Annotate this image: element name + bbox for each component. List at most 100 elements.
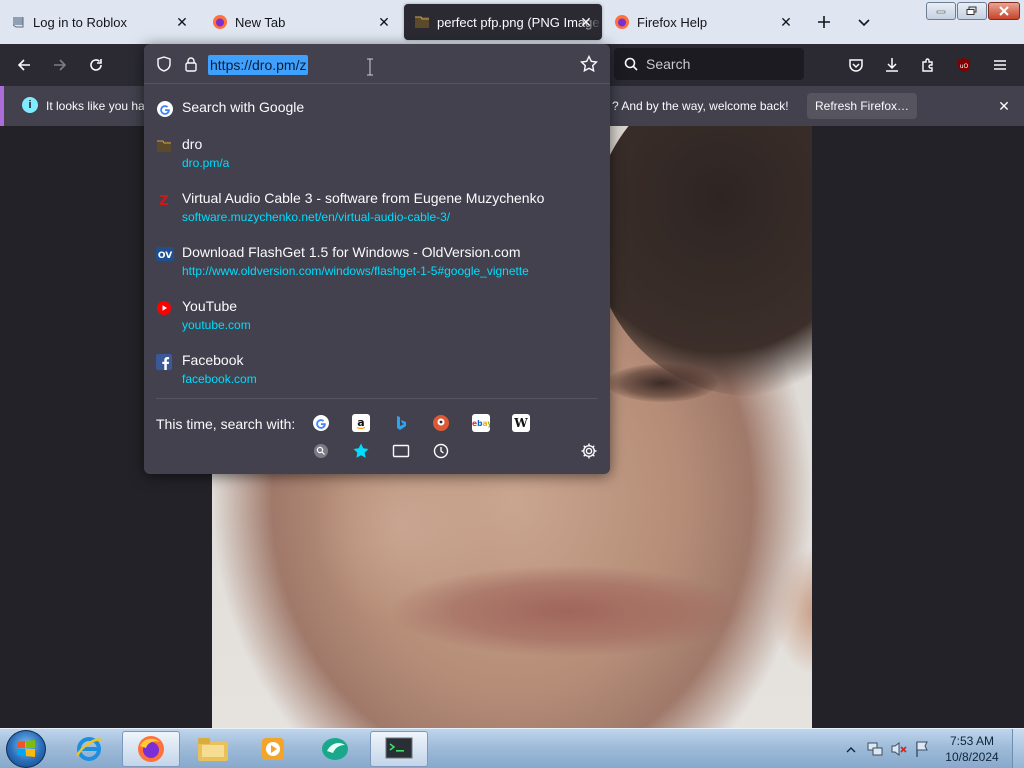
suggestion-item[interactable]: Z Virtual Audio Cable 3 - software from … — [144, 189, 610, 239]
suggestion-item[interactable]: dro dro.pm/a — [144, 135, 610, 185]
svg-text:uO: uO — [960, 63, 969, 70]
svg-text:ebay: ebay — [472, 419, 490, 428]
firefox-icon — [138, 736, 164, 762]
start-button[interactable] — [6, 730, 46, 768]
ublock-origin-button[interactable]: uO — [952, 53, 976, 77]
firefox-icon — [614, 14, 630, 30]
restore-icon — [966, 6, 977, 15]
volume-muted-icon[interactable] — [890, 740, 908, 763]
ebay-search-engine-button[interactable]: ebay — [472, 414, 490, 432]
taskbar-app-teal[interactable] — [306, 731, 364, 767]
tab-roblox[interactable]: Log in to Roblox ✕ — [0, 0, 198, 44]
image-icon — [156, 138, 172, 154]
minimize-icon — [936, 10, 946, 14]
minimize-window-button[interactable] — [926, 2, 956, 20]
bing-search-engine-button[interactable] — [392, 414, 410, 432]
svg-text:OV: OV — [158, 251, 172, 261]
back-button[interactable] — [12, 53, 36, 77]
reload-icon — [90, 59, 102, 71]
network-icon[interactable] — [866, 740, 884, 763]
reload-button[interactable] — [84, 53, 108, 77]
close-window-button[interactable] — [988, 2, 1020, 20]
search-placeholder: Search — [646, 56, 691, 72]
suggestion-item[interactable]: YouTube youtube.com — [144, 297, 610, 347]
notification-text-start: It looks like you ha — [46, 99, 145, 113]
taskbar-file-explorer[interactable] — [184, 731, 242, 767]
clock-icon — [433, 443, 449, 459]
tab-firefox-help[interactable]: Firefox Help ✕ — [604, 0, 802, 44]
google-icon — [156, 100, 174, 123]
one-off-search-label: This time, search with: — [156, 416, 296, 432]
amazon-search-engine-button[interactable]: a — [352, 414, 370, 432]
arrow-right-icon — [54, 59, 67, 71]
taskbar-media-player[interactable] — [244, 731, 302, 767]
teal-app-icon — [322, 738, 348, 760]
urlbar-input-row[interactable]: https://dro.pm/z — [144, 44, 610, 84]
suggestion-url: http://www.oldversion.com/windows/flashg… — [182, 264, 529, 278]
suggestion-url: youtube.com — [182, 318, 251, 332]
windows-taskbar: 7:53 AM 10/8/2024 — [0, 728, 1024, 768]
new-tab-button[interactable] — [814, 12, 834, 32]
media-player-icon — [262, 738, 284, 760]
show-hidden-icons-icon[interactable] — [846, 742, 856, 760]
restore-window-button[interactable] — [957, 2, 987, 20]
taskbar-firefox[interactable] — [122, 731, 180, 767]
bookmarks-mode-button[interactable] — [352, 442, 370, 460]
close-notification-icon[interactable]: ✕ — [996, 98, 1012, 114]
search-settings-gear-icon[interactable] — [580, 442, 598, 465]
oldversion-icon: OV — [156, 246, 174, 262]
history-mode-button[interactable] — [432, 442, 450, 460]
search-with-google-label: Search with Google — [182, 99, 305, 115]
app-menu-button[interactable] — [988, 53, 1012, 77]
close-tab-icon[interactable]: ✕ — [578, 14, 594, 30]
internet-explorer-icon — [75, 737, 102, 761]
search-history-mode-button[interactable] — [312, 442, 330, 460]
muzychenko-icon: Z — [156, 192, 172, 209]
info-icon: i — [22, 97, 38, 113]
text-cursor-icon — [366, 58, 374, 76]
wikipedia-search-engine-button[interactable]: W — [512, 414, 530, 432]
refresh-firefox-button[interactable]: Refresh Firefox… — [807, 93, 917, 119]
list-all-tabs-button[interactable] — [854, 12, 874, 32]
action-center-flag-icon[interactable] — [914, 740, 930, 763]
google-search-engine-button[interactable] — [312, 414, 330, 432]
facebook-icon — [156, 354, 172, 370]
folder-icon — [198, 738, 228, 761]
tab-new-tab[interactable]: New Tab ✕ — [202, 0, 400, 44]
pocket-icon — [849, 59, 863, 72]
clock-time[interactable]: 7:53 AM — [936, 734, 1008, 748]
downloads-button[interactable] — [880, 53, 904, 77]
close-icon — [999, 6, 1009, 16]
search-input[interactable]: Search — [614, 48, 804, 80]
show-desktop-button[interactable] — [1012, 729, 1024, 768]
tab-perfect-pfp[interactable]: perfect pfp.png (PNG Image ✕ — [404, 4, 602, 40]
lock-icon[interactable] — [184, 56, 198, 77]
close-tab-icon[interactable]: ✕ — [376, 14, 392, 30]
search-with-google-row[interactable]: Search with Google — [144, 96, 610, 120]
close-tab-icon[interactable]: ✕ — [174, 14, 190, 30]
suggestion-title: Virtual Audio Cable 3 - software from Eu… — [182, 190, 545, 206]
download-icon — [886, 58, 898, 72]
suggestion-title: Facebook — [182, 352, 244, 368]
duckduckgo-search-engine-button[interactable] — [432, 414, 450, 432]
tab-icon — [392, 444, 410, 458]
suggestion-item[interactable]: Facebook facebook.com — [144, 351, 610, 401]
extensions-button[interactable] — [916, 53, 940, 77]
bookmark-star-icon[interactable] — [579, 54, 599, 78]
suggestion-item[interactable]: OV Download FlashGet 1.5 for Windows - O… — [144, 243, 610, 293]
ublock-icon: uO — [958, 58, 970, 72]
pocket-button[interactable] — [844, 53, 868, 77]
forward-button[interactable] — [48, 53, 72, 77]
tabs-mode-button[interactable] — [392, 442, 410, 460]
plus-icon — [818, 16, 830, 28]
svg-text:W: W — [513, 416, 528, 430]
clock-date[interactable]: 10/8/2024 — [936, 750, 1008, 764]
taskbar-internet-explorer[interactable] — [60, 731, 118, 767]
terminal-icon — [385, 737, 413, 759]
url-input[interactable]: https://dro.pm/z — [208, 55, 309, 75]
close-tab-icon[interactable]: ✕ — [778, 14, 794, 30]
hamburger-menu-icon — [994, 60, 1006, 70]
taskbar-terminal-app[interactable] — [370, 731, 428, 767]
tracking-protection-shield-icon[interactable] — [156, 56, 172, 77]
suggestion-url: software.muzychenko.net/en/virtual-audio… — [182, 210, 451, 224]
